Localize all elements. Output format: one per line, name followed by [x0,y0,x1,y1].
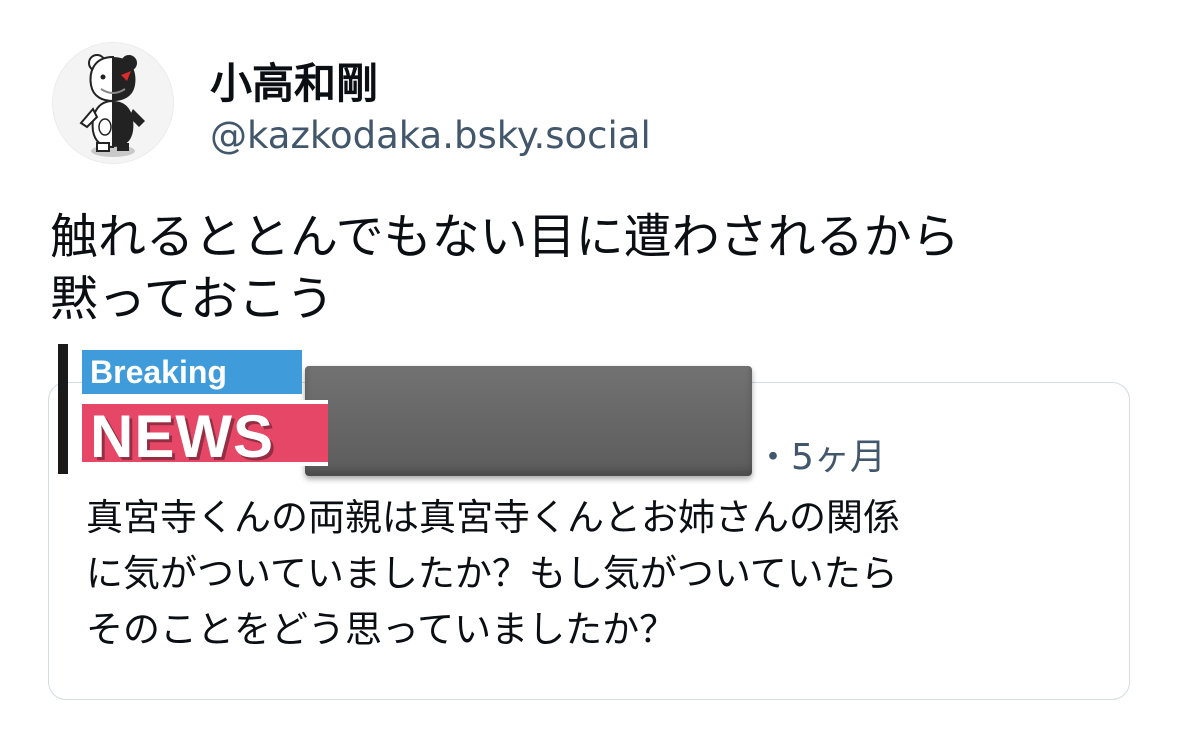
post-text-line: 触れるととんでもない目に遭わされるから [50,209,960,265]
sticker-bar [58,344,68,474]
breaking-news-sticker: Breaking NEWS [58,344,328,474]
quoted-post-line: 真宮寺くんの両親は真宮寺くんとお姉さんの関係 [86,496,900,539]
author-handle[interactable]: @kazkodaka.bsky.social [210,114,651,157]
post-text-line: 黙っておこう [50,271,335,327]
quoted-post-timestamp[interactable]: ・5ヶ月 [755,428,886,480]
post-text: 触れるととんでもない目に遭わされるから 黙っておこう [50,206,1150,330]
author-avatar[interactable] [52,42,174,164]
quoted-post-line: そのことをどう思っていましたか？ [86,608,677,651]
monokuma-avatar-icon [79,54,145,157]
breaking-label: Breaking [82,350,302,394]
news-label: NEWS [82,400,328,470]
redaction-block [305,366,752,476]
quoted-post-line: に気がついていましたか？もし気がついていたら [86,552,898,595]
author-display-name[interactable]: 小高和剛 [210,50,378,111]
quoted-post-text: 真宮寺くんの両親は真宮寺くんとお姉さんの関係 に気がついていましたか？もし気がつ… [86,490,1106,658]
